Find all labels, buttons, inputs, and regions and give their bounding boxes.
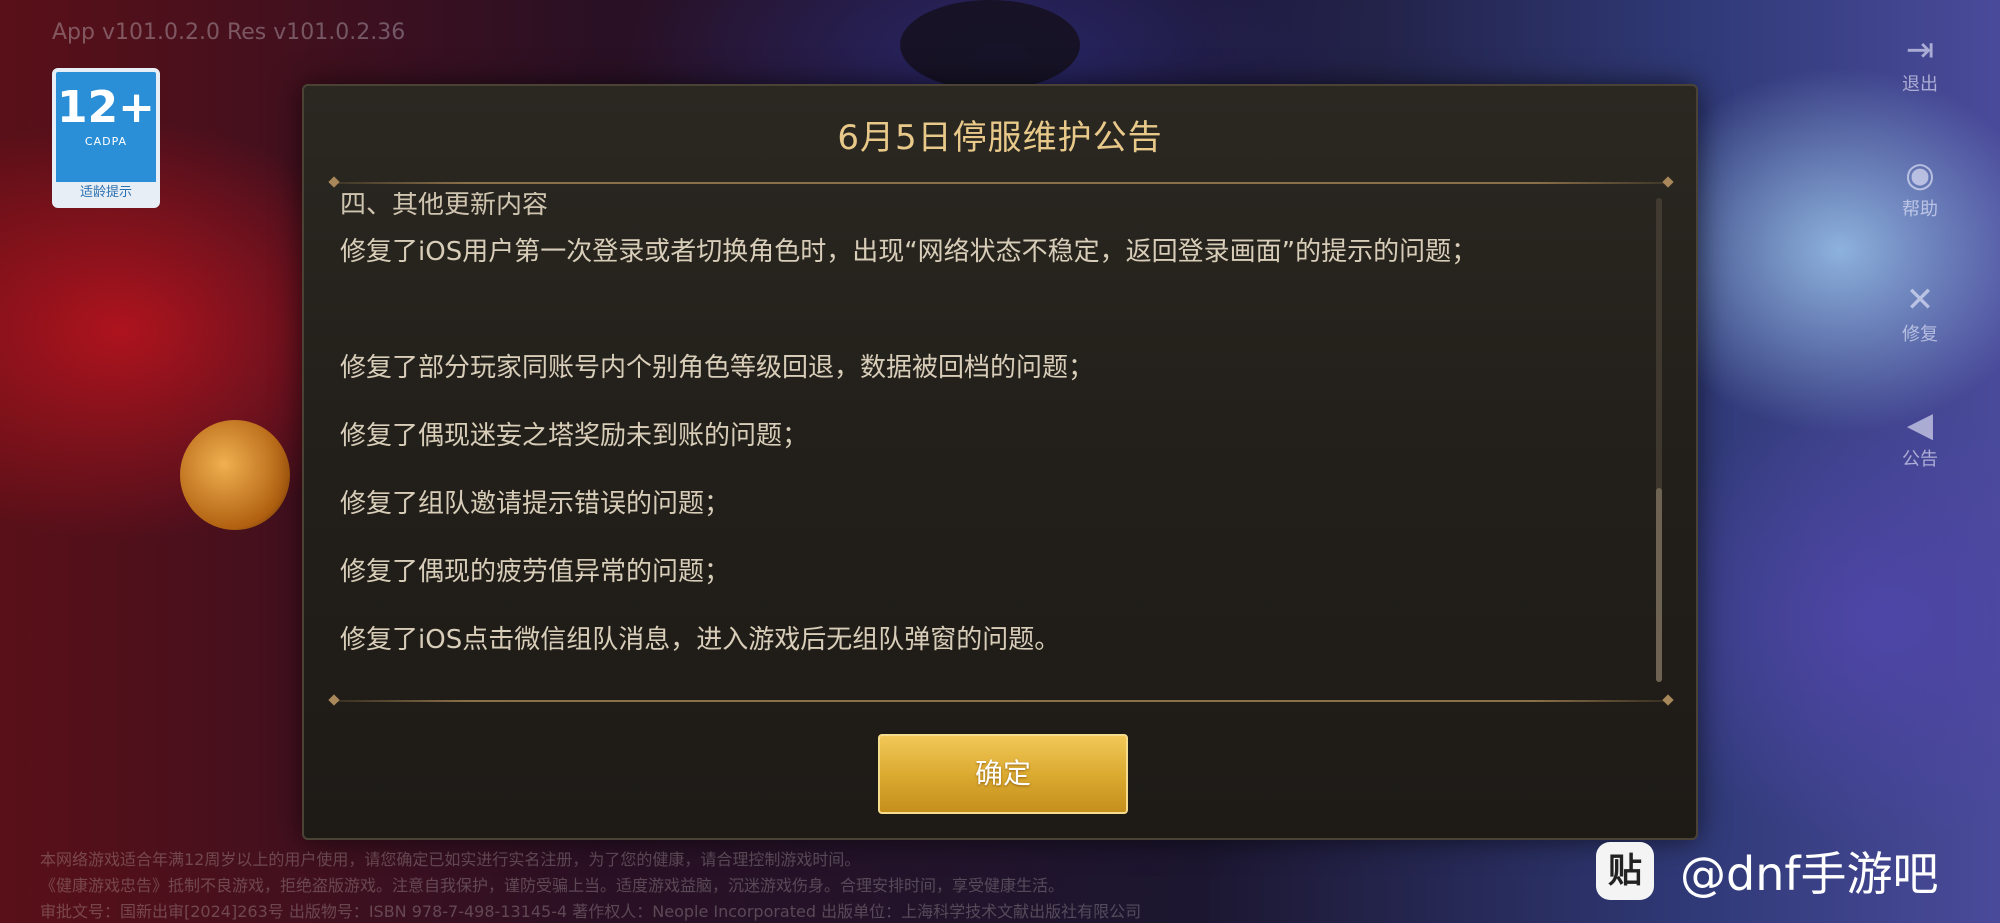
footer-notice-line: 审批文号：国新出审[2024]263号 出版物号：ISBN 978-7-498-…: [40, 902, 1142, 921]
version-label: App v101.0.2.0 Res v101.0.2.36: [52, 20, 406, 45]
side-item-repair[interactable]: ✕ 修复: [1880, 280, 1960, 346]
repair-icon: ✕: [1905, 280, 1935, 320]
announcement-dialog: 6月5日停服维护公告 四、其他更新内容 修复了iOS用户第一次登录或者切换角色时…: [302, 84, 1698, 840]
bottom-divider: [334, 700, 1668, 702]
content-scrollbar[interactable]: [1656, 198, 1662, 682]
announcement-item: 修复了iOS用户第一次登录或者切换角色时，出现“网络状态不稳定，返回登录画面”的…: [340, 237, 1478, 267]
watermark: 贴 @dnf手游吧: [1596, 836, 1939, 906]
announcement-content[interactable]: 四、其他更新内容 修复了iOS用户第一次登录或者切换角色时，出现“网络状态不稳定…: [340, 192, 1630, 792]
scroll-thumb[interactable]: [1656, 488, 1662, 682]
age-rating-badge[interactable]: 12+ CADPA 适龄提示: [52, 68, 160, 208]
megaphone-icon: ◀: [1906, 405, 1934, 445]
side-item-label: 公告: [1902, 449, 1938, 470]
section-heading: 四、其他更新内容: [340, 192, 549, 220]
exit-icon: ⇥: [1905, 30, 1935, 70]
top-divider: [334, 182, 1668, 184]
confirm-button[interactable]: 确定: [878, 734, 1128, 814]
dialog-title: 6月5日停服维护公告: [837, 118, 1163, 158]
age-rating-value: 12+: [56, 82, 156, 133]
announcement-item: 修复了偶现的疲劳值异常的问题；: [340, 557, 731, 587]
announcement-item: 修复了组队邀请提示错误的问题；: [340, 489, 731, 519]
background-coin-art: [180, 420, 290, 530]
footer-notice-line: 《健康游戏忠告》抵制不良游戏，拒绝盗版游戏。注意自我保护，谨防受骗上当。适度游戏…: [40, 876, 1065, 895]
help-icon: ◉: [1905, 155, 1935, 195]
side-item-label: 退出: [1902, 74, 1938, 95]
age-rating-org: CADPA: [84, 135, 128, 148]
side-item-announcement[interactable]: ◀ 公告: [1880, 405, 1960, 471]
side-item-label: 帮助: [1902, 199, 1938, 220]
tieba-logo-icon: 贴: [1596, 842, 1654, 900]
side-item-exit[interactable]: ⇥ 退出: [1880, 30, 1960, 96]
side-item-label: 修复: [1902, 324, 1938, 345]
background-character-art: [900, 0, 1080, 90]
side-item-help[interactable]: ◉ 帮助: [1880, 155, 1960, 221]
announcement-item: 修复了偶现迷妄之塔奖励未到账的问题；: [340, 421, 809, 451]
watermark-text: @dnf手游吧: [1680, 847, 1939, 901]
age-rating-hint: 适龄提示: [56, 182, 156, 204]
footer-notice-line: 本网络游戏适合年满12周岁以上的用户使用，请您确定已如实进行实名注册，为了您的健…: [40, 850, 861, 869]
announcement-item: 修复了iOS点击微信组队消息，进入游戏后无组队弹窗的问题。: [340, 625, 1061, 655]
announcement-item: 修复了部分玩家同账号内个别角色等级回退，数据被回档的问题；: [340, 353, 1095, 383]
